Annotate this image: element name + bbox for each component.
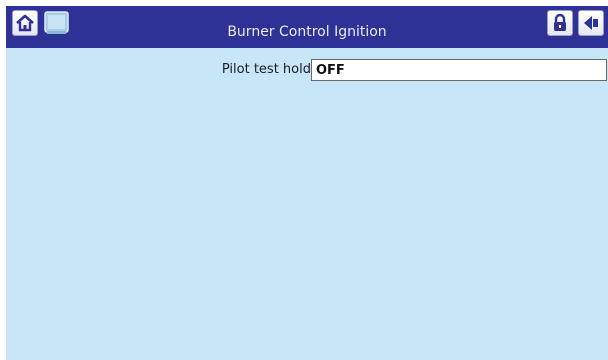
- title-bar: Burner Control Ignition: [6, 6, 608, 48]
- back-button[interactable]: [578, 10, 604, 36]
- home-button[interactable]: [12, 10, 38, 36]
- lock-button[interactable]: [547, 10, 573, 36]
- lock-icon: [554, 13, 566, 31]
- screen-button[interactable]: [44, 10, 70, 36]
- screen-icon: [44, 11, 69, 34]
- home-icon: [16, 14, 34, 32]
- page-title: Burner Control Ignition: [227, 24, 387, 40]
- pilot-test-hold-field[interactable]: OFF: [311, 59, 607, 81]
- parameter-row-pilot-test-hold: Pilot test hold OFF: [6, 59, 608, 81]
- burner-control-screen: Burner Control Ignition Pilot test hold …: [6, 6, 608, 360]
- back-arrow-icon: [584, 16, 598, 30]
- parameter-label: Pilot test hold: [221, 62, 311, 77]
